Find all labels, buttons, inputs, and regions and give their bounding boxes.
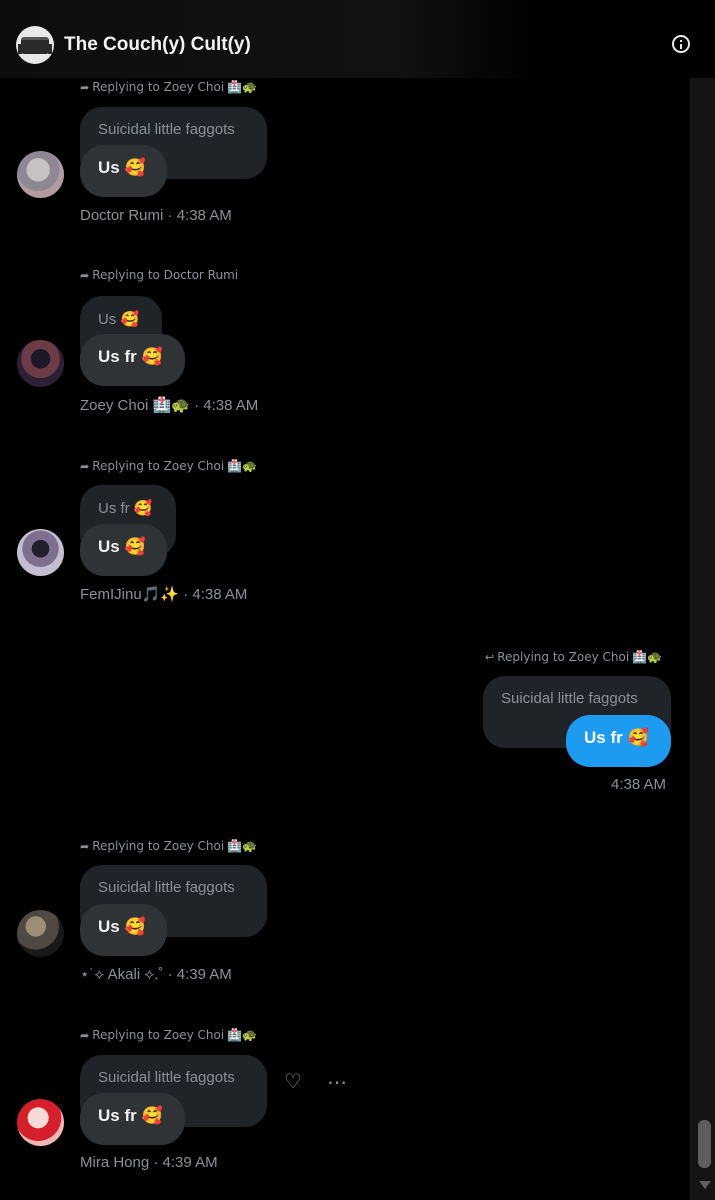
- timestamp: · 4:39 AM: [153, 1154, 218, 1171]
- reply-label: Replying to Zoey Choi: [92, 459, 225, 473]
- message-bubble[interactable]: Us fr 🥰: [80, 334, 185, 386]
- reply-context[interactable]: ➦ Replying to Zoey Choi 🏥🐢: [80, 459, 257, 473]
- message-text: Us 🥰: [98, 158, 146, 177]
- message-bubble[interactable]: Us 🥰: [80, 145, 167, 197]
- message-text: Us fr 🥰: [98, 1106, 163, 1125]
- reply-tag: 🏥🐢: [632, 650, 663, 664]
- message-meta: Zoey Choi 🏥🐢 · 4:38 AM: [80, 396, 258, 414]
- scrollbar-thumb[interactable]: [698, 1120, 711, 1168]
- more-icon[interactable]: ⋯: [327, 1070, 348, 1095]
- reply-context[interactable]: ➦ Replying to Doctor Rumi: [80, 268, 241, 282]
- timestamp: · 4:39 AM: [167, 966, 232, 983]
- reply-tag: 🏥🐢: [227, 1028, 258, 1042]
- reply-context[interactable]: ➦ Replying to Zoey Choi 🏥🐢: [80, 839, 257, 853]
- message-meta: Doctor Rumi · 4:38 AM: [80, 207, 232, 224]
- quoted-text: Us 🥰: [98, 311, 140, 328]
- message-meta: FemIJinu🎵✨ · 4:38 AM: [80, 585, 247, 603]
- author-name[interactable]: Mira Hong: [80, 1154, 149, 1171]
- arrow-reply-icon: ↩: [485, 651, 495, 664]
- timestamp: · 4:38 AM: [183, 586, 248, 603]
- reply-tag: 🏥🐢: [227, 459, 258, 473]
- reply-tag: 🏥🐢: [227, 839, 258, 853]
- group-avatar[interactable]: [16, 26, 54, 64]
- message-bubble[interactable]: Us 🥰: [80, 524, 167, 576]
- arrow-reply-icon: ➦: [80, 81, 90, 94]
- reply-label: Replying to Zoey Choi: [92, 1028, 225, 1042]
- scrollbar-track[interactable]: [690, 78, 715, 1200]
- avatar[interactable]: [17, 151, 64, 198]
- conversation-title: The Couch(y) Cult(y): [64, 34, 251, 55]
- message-bubble[interactable]: Us fr 🥰: [80, 1093, 185, 1145]
- arrow-reply-icon: ➦: [80, 840, 90, 853]
- reply-label: Replying to Zoey Choi: [92, 839, 225, 853]
- arrow-reply-icon: ➦: [80, 269, 90, 282]
- message-text: Us 🥰: [98, 537, 146, 556]
- reply-tag: 🏥🐢: [227, 80, 258, 94]
- message-text: Us 🥰: [98, 917, 146, 936]
- author-name[interactable]: Doctor Rumi: [80, 207, 163, 224]
- scroll-down-arrow-icon[interactable]: [699, 1181, 711, 1189]
- quoted-text: Us fr 🥰: [98, 500, 153, 517]
- avatar[interactable]: [17, 340, 64, 387]
- avatar[interactable]: [17, 910, 64, 957]
- reply-label: Replying to Zoey Choi: [497, 650, 630, 664]
- timestamp: · 4:38 AM: [194, 397, 259, 414]
- my-message-bubble[interactable]: Us fr 🥰: [566, 715, 671, 767]
- conversation-header: The Couch(y) Cult(y): [0, 0, 715, 78]
- message-text: Us fr 🥰: [98, 347, 163, 366]
- avatar[interactable]: [17, 529, 64, 576]
- arrow-reply-icon: ➦: [80, 460, 90, 473]
- reply-label: Replying to Zoey Choi: [92, 80, 225, 94]
- quoted-text: Suicidal little faggots: [501, 690, 638, 707]
- timestamp: 4:38 AM: [611, 776, 667, 793]
- quoted-text: Suicidal little faggots: [98, 879, 235, 896]
- couch-icon: [18, 37, 52, 54]
- reply-label: Replying to Doctor Rumi: [92, 268, 239, 282]
- quoted-text: Suicidal little faggots: [98, 121, 235, 138]
- message-text: Us fr 🥰: [584, 728, 649, 747]
- timestamp: · 4:38 AM: [167, 207, 232, 224]
- arrow-reply-icon: ➦: [80, 1029, 90, 1042]
- heart-add-icon[interactable]: ♡: [284, 1069, 302, 1094]
- avatar[interactable]: [17, 1099, 64, 1146]
- quoted-text: Suicidal little faggots: [98, 1069, 235, 1086]
- message-meta: ⋆˙⟡ Akali ⟡.˚ · 4:39 AM: [80, 965, 232, 983]
- info-icon[interactable]: [672, 35, 690, 53]
- message-bubble[interactable]: Us 🥰: [80, 904, 167, 956]
- author-name[interactable]: FemIJinu🎵✨: [80, 586, 179, 603]
- reply-context[interactable]: ➦ Replying to Zoey Choi 🏥🐢: [80, 1028, 257, 1042]
- reply-context[interactable]: ↩ Replying to Zoey Choi 🏥🐢: [485, 650, 662, 664]
- author-name[interactable]: Zoey Choi 🏥🐢: [80, 397, 190, 414]
- author-name[interactable]: ⋆˙⟡ Akali ⟡.˚: [80, 966, 163, 983]
- message-meta: Mira Hong · 4:39 AM: [80, 1154, 218, 1171]
- reply-context[interactable]: ➦ Replying to Zoey Choi 🏥🐢: [80, 80, 257, 94]
